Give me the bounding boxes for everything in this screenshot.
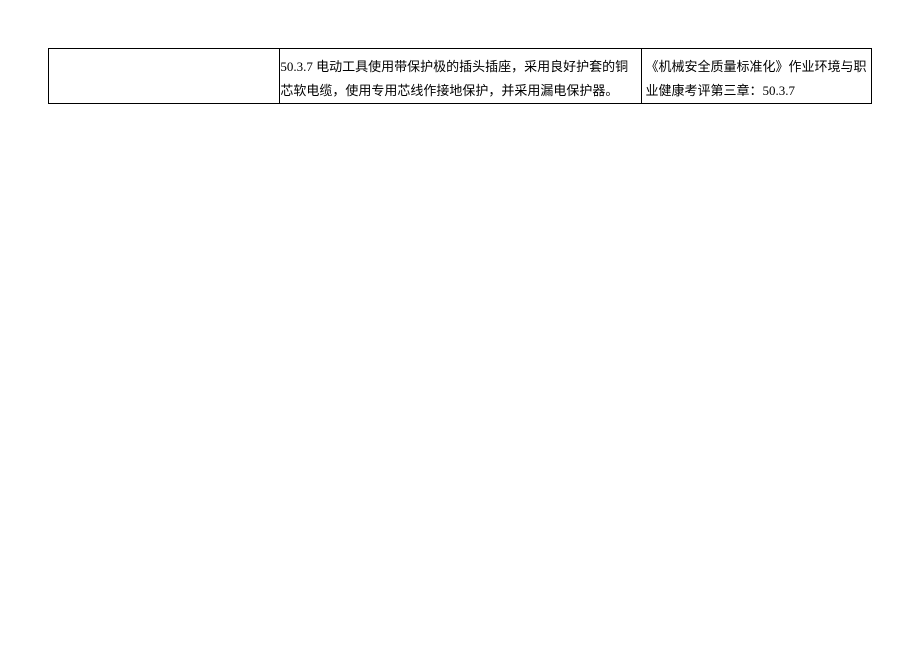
- standards-table: 50.3.7 电动工具使用带保护极的插头插座，采用良好护套的铜芯软电缆，使用专用…: [48, 48, 872, 104]
- table-cell-middle: 50.3.7 电动工具使用带保护极的插头插座，采用良好护套的铜芯软电缆，使用专用…: [280, 49, 641, 103]
- table-cell-left: [49, 49, 280, 103]
- cell-text-right: 《机械安全质量标准化》作业环境与职业健康考评第三章：50.3.7: [646, 59, 867, 98]
- table-cell-right: 《机械安全质量标准化》作业环境与职业健康考评第三章：50.3.7: [642, 49, 871, 103]
- cell-text-middle: 50.3.7 电动工具使用带保护极的插头插座，采用良好护套的铜芯软电缆，使用专用…: [280, 59, 628, 98]
